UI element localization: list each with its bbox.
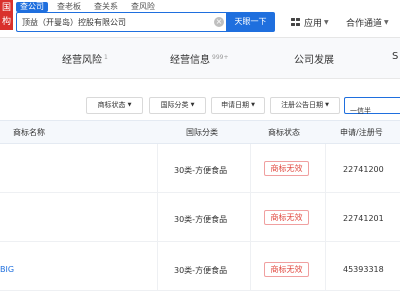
filter-intl-category[interactable]: 国际分类 ▼ [149, 97, 206, 114]
chevron-down-icon: ▼ [324, 18, 329, 26]
section-tab-label: 经营信息 [170, 55, 210, 66]
section-tab-label: 经营风险 [62, 55, 102, 66]
logo-text-2: 构 [1, 17, 11, 27]
section-tab-development[interactable]: 公司发展 [294, 51, 334, 66]
search-box: × [16, 12, 226, 32]
section-tab-info[interactable]: 经营信息 999+ [170, 51, 228, 66]
column-header-reg-no: 申请/注册号 [340, 128, 383, 137]
column-header-name: 商标名称 [13, 128, 45, 137]
section-tab-risk[interactable]: 经营风险 1 [62, 51, 108, 66]
table-row[interactable]: 30类-方便食品 商标无效 22741201 [0, 193, 400, 242]
section-tab-label: 公司发展 [294, 55, 334, 66]
table-header: 商标名称 国际分类 商标状态 申请/注册号 [0, 120, 400, 144]
chevron-down-icon: ▼ [384, 18, 389, 26]
filter-search-input[interactable] [345, 103, 400, 119]
section-tab-label: S [392, 51, 399, 62]
search-input[interactable] [22, 13, 202, 31]
category-cell: 30类-方便食品 [174, 266, 228, 275]
reg-no-cell: 45393318 [343, 265, 384, 274]
tab-risk[interactable]: 查风险 [127, 2, 159, 12]
table-row[interactable]: 30类-方便食品 商标无效 22741200 [0, 144, 400, 193]
section-nav: 经营风险 1 经营信息 999+ 公司发展 S [0, 38, 400, 79]
filter-apply-date[interactable]: 申请日期 ▼ [211, 97, 265, 114]
section-tab-count: 999+ [212, 54, 229, 61]
partner-menu-label: 合作通道 [346, 18, 383, 29]
clear-icon[interactable]: × [214, 17, 224, 27]
column-header-status: 商标状态 [268, 128, 300, 137]
section-tab-count: 1 [104, 54, 108, 61]
search-type-tabs: 查公司 查老板 查关系 查风险 [16, 1, 164, 12]
status-badge: 商标无效 [264, 262, 309, 277]
status-badge: 商标无效 [264, 161, 309, 176]
tab-company[interactable]: 查公司 [16, 1, 48, 12]
trademark-name[interactable]: BIG [0, 265, 14, 274]
caret-down-icon: ▼ [127, 102, 132, 108]
page: 国 构 查公司 查老板 查关系 查风险 × 天眼一下 应用 ▼ 合作通道 ▼ [0, 0, 400, 300]
filter-label: 申请日期 [221, 101, 250, 109]
section-tab-more[interactable]: S [392, 51, 398, 62]
filter-label: 注册公告日期 [281, 101, 324, 109]
filter-label: 国际分类 [160, 101, 189, 109]
caret-down-icon: ▼ [190, 102, 195, 108]
filter-label: 商标状态 [97, 101, 126, 109]
tab-relation[interactable]: 查关系 [90, 2, 122, 12]
filter-search [344, 97, 400, 119]
reg-no-cell: 22741201 [343, 214, 384, 223]
tab-boss[interactable]: 查老板 [53, 2, 85, 12]
partner-menu[interactable]: 合作通道 ▼ [346, 15, 389, 29]
filter-announce-date[interactable]: 注册公告日期 ▼ [270, 97, 340, 114]
logo[interactable]: 国 构 [0, 0, 13, 30]
caret-down-icon: ▼ [251, 102, 255, 108]
reg-no-cell: 22741200 [343, 165, 384, 174]
category-cell: 30类-方便食品 [174, 166, 228, 175]
logo-text-1: 国 [1, 3, 11, 13]
column-header-category: 国际分类 [186, 128, 218, 137]
app-menu[interactable]: 应用 ▼ [291, 15, 329, 29]
search-button[interactable]: 天眼一下 [226, 12, 275, 32]
grid-icon [291, 17, 300, 27]
table-row[interactable]: BIG 30类-方便食品 商标无效 45393318 [0, 242, 400, 291]
filter-trademark-status[interactable]: 商标状态 ▼ [86, 97, 143, 114]
top-header: 国 构 查公司 查老板 查关系 查风险 × 天眼一下 应用 ▼ 合作通道 ▼ [0, 0, 400, 38]
app-menu-label: 应用 [304, 18, 323, 29]
category-cell: 30类-方便食品 [174, 215, 228, 224]
caret-down-icon: ▼ [325, 102, 329, 108]
status-badge: 商标无效 [264, 210, 309, 225]
